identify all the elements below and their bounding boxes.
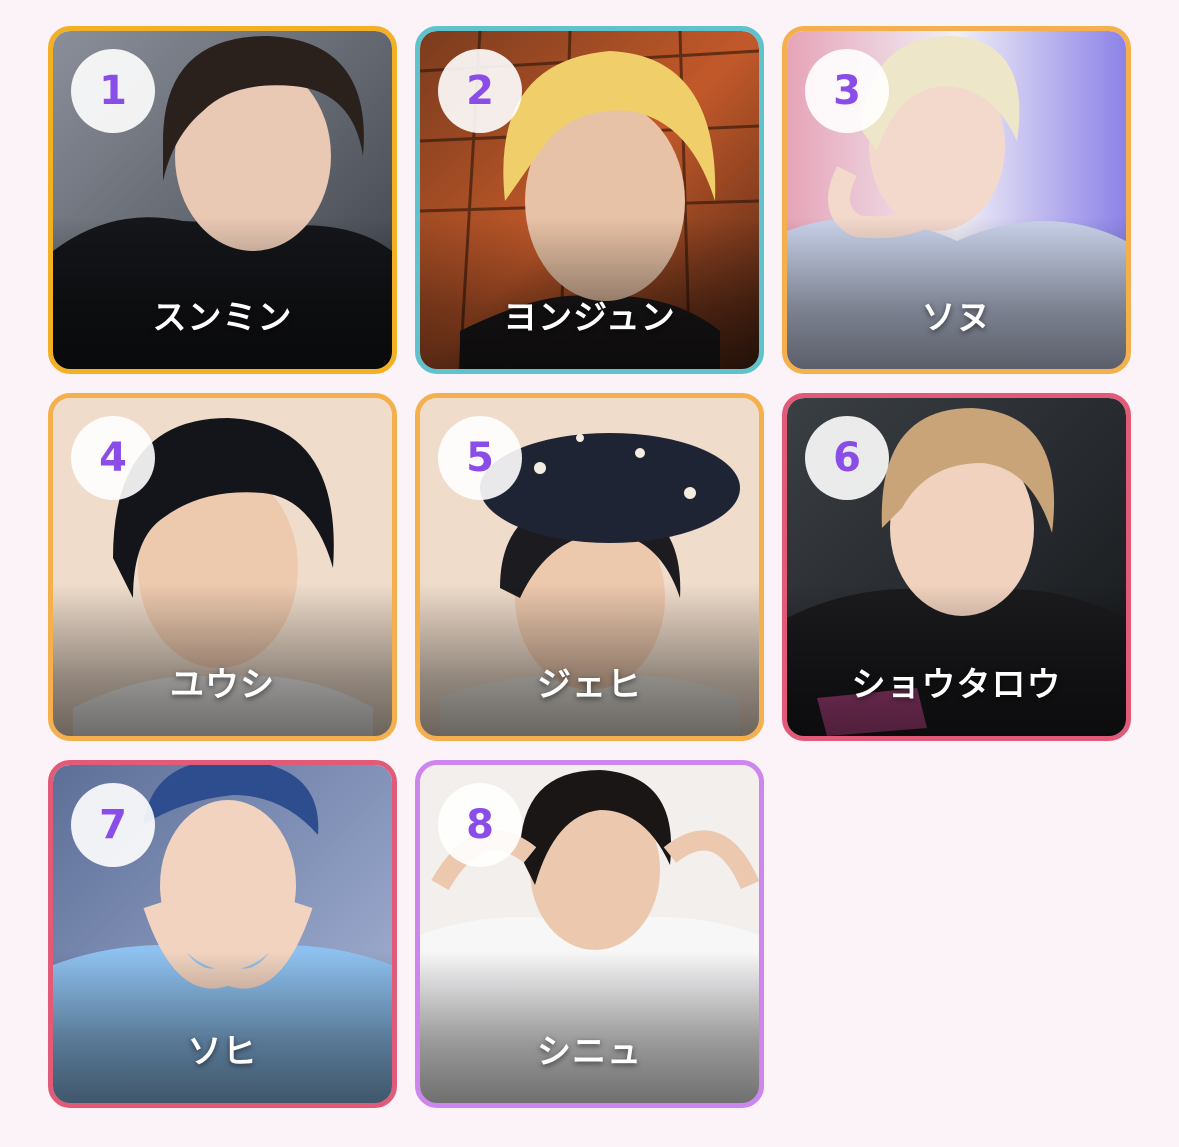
member-name: シニュ xyxy=(537,1032,642,1072)
ranking-grid: 1 スンミン 2 ヨンジュン 3 ソヌ 4 ユウシ 5 ジェヒ 6 ショウタロウ… xyxy=(48,26,1131,1110)
ranking-card-2[interactable]: 2 ヨンジュン xyxy=(415,26,764,374)
rank-badge: 8 xyxy=(438,783,522,867)
rank-badge: 1 xyxy=(71,49,155,133)
member-name: ソヌ xyxy=(921,298,992,338)
member-name: ジェヒ xyxy=(537,665,642,705)
member-name: ヨンジュン xyxy=(503,298,676,338)
rank-badge: 4 xyxy=(71,416,155,500)
ranking-card-7[interactable]: 7 ソヒ xyxy=(48,760,397,1108)
ranking-card-5[interactable]: 5 ジェヒ xyxy=(415,393,764,741)
member-name: ショウタロウ xyxy=(851,665,1062,705)
ranking-card-4[interactable]: 4 ユウシ xyxy=(48,393,397,741)
member-name: ユウシ xyxy=(170,665,275,705)
rank-badge: 2 xyxy=(438,49,522,133)
ranking-card-3[interactable]: 3 ソヌ xyxy=(782,26,1131,374)
ranking-card-6[interactable]: 6 ショウタロウ xyxy=(782,393,1131,741)
rank-badge: 3 xyxy=(805,49,889,133)
ranking-card-1[interactable]: 1 スンミン xyxy=(48,26,397,374)
rank-badge: 6 xyxy=(805,416,889,500)
member-name: ソヒ xyxy=(187,1032,258,1072)
rank-badge: 5 xyxy=(438,416,522,500)
member-name: スンミン xyxy=(152,298,293,338)
ranking-card-8[interactable]: 8 シニュ xyxy=(415,760,764,1108)
rank-badge: 7 xyxy=(71,783,155,867)
